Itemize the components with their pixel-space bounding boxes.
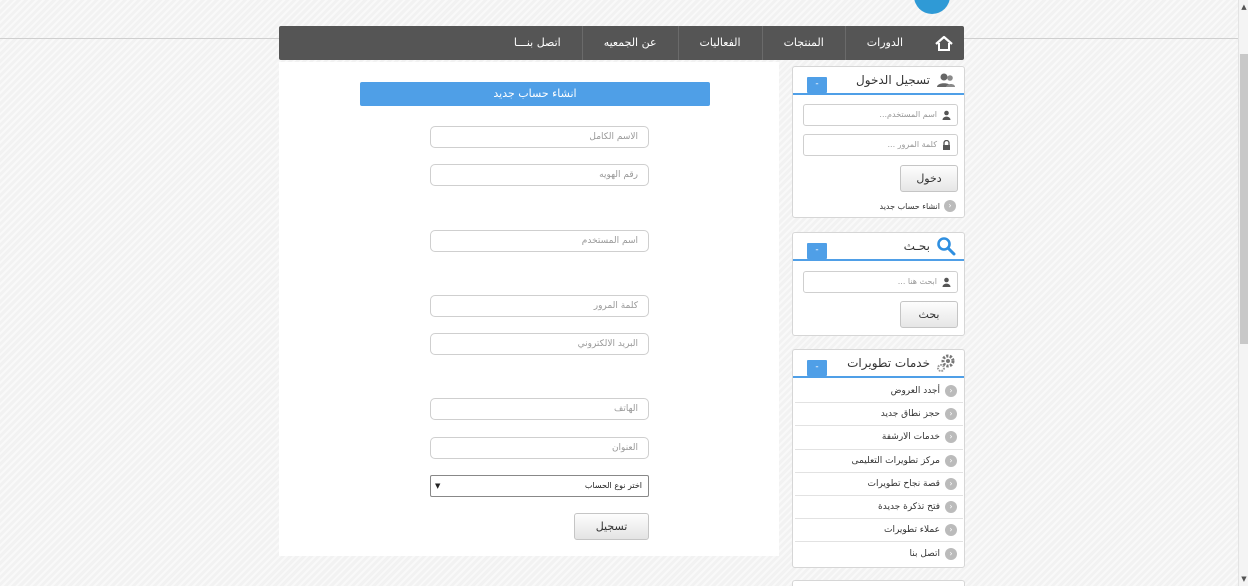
main-navbar: الدورات المنتجات الفعاليات عن الجمعيه ات… xyxy=(279,26,964,60)
users-icon xyxy=(935,70,957,90)
user-icon xyxy=(942,110,951,120)
create-account-label: انشاء حساب جديد xyxy=(879,201,941,211)
arrow-circle-icon: ‹ xyxy=(945,408,957,421)
login-username-field[interactable]: اسم المستخدم... xyxy=(803,104,958,126)
scroll-up-icon[interactable]: ▲ xyxy=(1240,2,1248,12)
password-field[interactable]: كلمة المرور xyxy=(430,295,649,317)
search-input[interactable]: ابحث هنا ... xyxy=(803,271,958,293)
site-logo[interactable] xyxy=(914,0,950,14)
service-item-offers[interactable]: ‹ أجدد العروض xyxy=(795,380,963,404)
service-item-label: فتح تذكرة جديدة xyxy=(878,502,940,513)
service-item-label: اتصل بنا xyxy=(909,548,940,559)
search-collapse-button[interactable]: - xyxy=(807,243,827,259)
service-item-new-ticket[interactable]: ‹ فتح تذكرة جديدة xyxy=(795,496,963,520)
service-item-contact[interactable]: ‹ اتصل بنا xyxy=(795,542,963,565)
service-item-domain[interactable]: ‹ حجز نطاق جديد xyxy=(795,403,963,427)
login-password-placeholder: كلمة المرور ... xyxy=(887,140,937,149)
service-item-archiving[interactable]: ‹ خدمات الارشفة xyxy=(795,426,963,450)
services-panel-title: خدمات تطويرات xyxy=(847,356,930,370)
dropdown-arrow-icon: ▼ xyxy=(435,482,441,490)
services-panel-header: خدمات تطويرات - xyxy=(793,350,964,378)
login-panel: تسجيل الدخول - اسم المستخدم... كلمة المر… xyxy=(792,66,965,218)
lock-icon xyxy=(943,140,950,150)
nav-item-courses[interactable]: الدورات xyxy=(844,26,924,60)
login-panel-header: تسجيل الدخول - xyxy=(793,67,964,95)
arrow-circle-icon: ‹ xyxy=(945,477,957,490)
service-item-label: خدمات الارشفة xyxy=(881,432,940,443)
home-icon[interactable] xyxy=(924,26,964,60)
registration-form: انشاء حساب جديد الاسم الكامل رقم الهويه … xyxy=(279,62,779,556)
phone-field[interactable]: الهاتف xyxy=(430,398,649,420)
create-account-link[interactable]: ‹ انشاء حساب جديد xyxy=(879,200,956,212)
arrow-circle-icon: ‹ xyxy=(945,431,957,444)
arrow-circle-icon: ‹ xyxy=(944,200,956,212)
service-item-training-center[interactable]: ‹ مركز تطويرات التعليمى xyxy=(795,450,963,473)
search-panel-header: بحـث - xyxy=(793,233,964,261)
search-button[interactable]: بحث xyxy=(900,301,958,328)
search-icon xyxy=(935,236,957,256)
login-button[interactable]: دخول xyxy=(900,165,958,192)
full-name-field[interactable]: الاسم الكامل xyxy=(430,126,649,148)
nav-item-contact[interactable]: اتصل بنـــا xyxy=(493,26,582,60)
search-panel: بحـث - ابحث هنا ... بحث xyxy=(792,232,965,336)
register-button[interactable]: تسجيل xyxy=(574,513,649,540)
next-panel-stub xyxy=(792,580,965,586)
service-item-label: أجدد العروض xyxy=(890,386,940,397)
login-username-placeholder: اسم المستخدم... xyxy=(879,110,937,119)
scroll-down-icon[interactable]: ▼ xyxy=(1240,574,1248,584)
account-type-select[interactable]: اختر نوع الحساب ▼ xyxy=(430,475,649,497)
gears-icon xyxy=(935,353,957,373)
service-item-label: مركز تطويرات التعليمى xyxy=(851,455,940,466)
nav-item-events[interactable]: الفعاليات xyxy=(677,26,762,60)
arrow-circle-icon: ‹ xyxy=(945,454,957,467)
nav-item-products[interactable]: المنتجات xyxy=(761,26,845,60)
service-item-clients[interactable]: ‹ عملاء تطويرات xyxy=(795,519,963,543)
page-scrollbar[interactable]: ▲ ▼ xyxy=(1238,0,1248,586)
email-field[interactable]: البريد الالكتروني xyxy=(430,333,649,355)
arrow-circle-icon: ‹ xyxy=(945,524,957,537)
search-placeholder: ابحث هنا ... xyxy=(897,277,937,286)
login-collapse-button[interactable]: - xyxy=(807,77,827,93)
search-panel-title: بحـث xyxy=(903,239,930,253)
login-password-field[interactable]: كلمة المرور ... xyxy=(803,134,958,156)
services-list: ‹ أجدد العروض ‹ حجز نطاق جديد ‹ خدمات الارش… xyxy=(795,380,963,566)
arrow-circle-icon: ‹ xyxy=(945,501,957,514)
form-title: انشاء حساب جديد xyxy=(360,82,710,106)
account-type-label: اختر نوع الحساب xyxy=(584,481,642,490)
user-icon xyxy=(942,277,951,287)
address-field[interactable]: العنوان xyxy=(430,437,649,459)
nav-item-about[interactable]: عن الجمعيه xyxy=(581,26,678,60)
scroll-thumb[interactable] xyxy=(1240,54,1248,344)
service-item-label: قصة نجاح تطويرات xyxy=(867,478,940,489)
services-panel: خدمات تطويرات - ‹ أجدد العروض ‹ حجز نطاق ج… xyxy=(792,349,965,568)
login-panel-title: تسجيل الدخول xyxy=(856,73,930,87)
id-number-field[interactable]: رقم الهويه xyxy=(430,164,649,186)
arrow-circle-icon: ‹ xyxy=(945,385,957,398)
username-field[interactable]: اسم المستخدم xyxy=(430,230,649,252)
service-item-success-story[interactable]: ‹ قصة نجاح تطويرات xyxy=(795,473,963,496)
services-collapse-button[interactable]: - xyxy=(807,360,827,376)
service-item-label: عملاء تطويرات xyxy=(883,525,940,536)
service-item-label: حجز نطاق جديد xyxy=(880,409,940,420)
arrow-circle-icon: ‹ xyxy=(945,547,957,560)
